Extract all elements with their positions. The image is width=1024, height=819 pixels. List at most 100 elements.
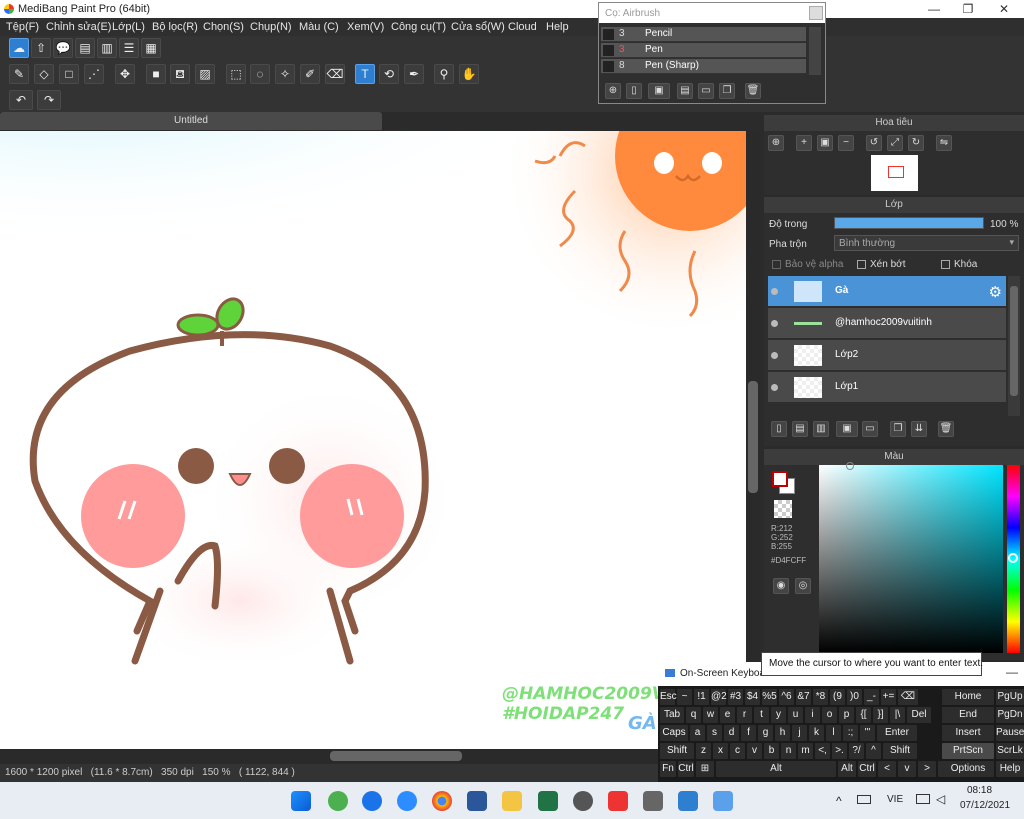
key[interactable]: <,: [815, 743, 830, 759]
opacity-slider[interactable]: [834, 217, 984, 229]
key[interactable]: ^: [866, 743, 881, 759]
key[interactable]: k: [809, 725, 824, 741]
file-explorer-icon[interactable]: [502, 791, 522, 811]
key[interactable]: Home: [942, 689, 994, 705]
key[interactable]: :;: [843, 725, 858, 741]
key[interactable]: Alt: [838, 761, 856, 777]
key[interactable]: &7: [796, 689, 811, 705]
key[interactable]: Shift: [883, 743, 917, 759]
hue-cursor[interactable]: [1008, 553, 1018, 563]
zoom-out-icon[interactable]: −: [838, 135, 854, 151]
saturation-value-picker[interactable]: [819, 462, 1003, 653]
key[interactable]: o: [822, 707, 837, 723]
panel-icon[interactable]: ▥: [97, 38, 117, 58]
text-tool-icon[interactable]: T: [355, 64, 375, 84]
gear-icon[interactable]: ⚙: [989, 283, 1002, 301]
visibility-icon[interactable]: [771, 352, 778, 359]
new-8bit-layer-icon[interactable]: ▥: [813, 421, 829, 437]
key[interactable]: PrtScn: [942, 743, 994, 759]
brush-list-scrollbar[interactable]: [809, 27, 821, 75]
key[interactable]: ⊞: [696, 761, 714, 777]
menu-color[interactable]: Màu (C): [299, 21, 339, 33]
key[interactable]: j: [792, 725, 807, 741]
close-button[interactable]: ✕: [986, 0, 1022, 18]
key[interactable]: Ctrl: [858, 761, 876, 777]
zalo-icon[interactable]: [362, 791, 382, 811]
key[interactable]: PgUp: [996, 689, 1024, 705]
rectangle-icon[interactable]: □: [59, 64, 79, 84]
eraser-icon[interactable]: ◇: [34, 64, 54, 84]
key[interactable]: >: [918, 761, 936, 777]
new-brush-icon[interactable]: ▯: [626, 83, 642, 99]
key[interactable]: >.: [832, 743, 847, 759]
key[interactable]: <: [878, 761, 896, 777]
key[interactable]: Caps: [660, 725, 688, 741]
key[interactable]: u: [788, 707, 803, 723]
excel-icon[interactable]: [538, 791, 558, 811]
key[interactable]: a: [690, 725, 705, 741]
balloon-tool-icon[interactable]: ⟲: [379, 64, 399, 84]
key[interactable]: _-: [864, 689, 879, 705]
brush-icon[interactable]: ✎: [9, 64, 29, 84]
app-icon-3[interactable]: [678, 791, 698, 811]
layer-row-watermark[interactable]: @hamhoc2009vuitinh: [768, 308, 1006, 339]
select-eraser-icon[interactable]: ⌫: [325, 64, 345, 84]
menu-filter[interactable]: Bộ lọc(R): [152, 21, 198, 33]
list-icon[interactable]: ☰: [119, 38, 139, 58]
chrome-icon[interactable]: [432, 791, 452, 811]
key[interactable]: p: [839, 707, 854, 723]
clock-date[interactable]: 07/12/2021: [960, 800, 1010, 811]
key[interactable]: z: [696, 743, 711, 759]
clipping-checkbox[interactable]: [857, 260, 866, 269]
layer-row-ga[interactable]: Gà ⚙: [768, 276, 1006, 307]
menu-select[interactable]: Chọn(S): [203, 21, 244, 33]
key[interactable]: (9: [830, 689, 845, 705]
key[interactable]: Fn: [660, 761, 676, 777]
key[interactable]: End: [942, 707, 994, 723]
key[interactable]: m: [798, 743, 813, 759]
key[interactable]: #3: [728, 689, 743, 705]
key[interactable]: PgDn: [996, 707, 1024, 723]
new-halftone-layer-icon[interactable]: ▤: [792, 421, 808, 437]
key[interactable]: g: [758, 725, 773, 741]
chevron-up-icon[interactable]: ^: [836, 794, 842, 808]
key[interactable]: v: [747, 743, 762, 759]
flip-icon[interactable]: ⇋: [936, 135, 952, 151]
navigator-preview[interactable]: [871, 155, 918, 191]
app-icon-1[interactable]: [328, 791, 348, 811]
transparent-color-swatch[interactable]: [774, 500, 792, 518]
zoom-icon[interactable]: [397, 791, 417, 811]
gradient-icon[interactable]: ▨: [195, 64, 215, 84]
layer-row-lop1[interactable]: Lớp1: [768, 372, 1006, 403]
key[interactable]: {[: [856, 707, 871, 723]
menu-cloud[interactable]: Cloud: [508, 21, 537, 33]
menu-tools[interactable]: Công cụ(T): [391, 21, 446, 33]
pen-tool-icon[interactable]: ✒: [404, 64, 424, 84]
visibility-icon[interactable]: [771, 384, 778, 391]
key[interactable]: Del: [907, 707, 931, 723]
brush-menu-icon[interactable]: ▣: [648, 83, 670, 99]
speech-bubble-icon[interactable]: 💬: [53, 38, 73, 58]
comment-icon[interactable]: ▤: [75, 38, 95, 58]
medibang-taskbar-icon[interactable]: [713, 791, 733, 811]
key[interactable]: !1: [694, 689, 709, 705]
settings-icon[interactable]: [573, 791, 593, 811]
key[interactable]: Alt: [716, 761, 836, 777]
menu-file[interactable]: Tệp(F): [6, 21, 39, 33]
brush-settings-icon[interactable]: ▤: [677, 83, 693, 99]
key[interactable]: Esc: [660, 689, 677, 705]
rotate-left-icon[interactable]: ↺: [866, 135, 882, 151]
key[interactable]: Enter: [877, 725, 917, 741]
key[interactable]: s: [707, 725, 722, 741]
key[interactable]: f: [741, 725, 756, 741]
color-picker-icon[interactable]: ◎: [795, 578, 811, 594]
app-icon-2[interactable]: [608, 791, 628, 811]
grid-icon[interactable]: ▦: [141, 38, 161, 58]
key[interactable]: |\: [890, 707, 905, 723]
upload-icon[interactable]: ⇧: [31, 38, 51, 58]
menu-window[interactable]: Cửa sổ(W): [451, 21, 505, 33]
brush-item[interactable]: 8 Pen (Sharp): [601, 59, 806, 74]
key[interactable]: w: [703, 707, 718, 723]
volume-icon[interactable]: ◁: [936, 792, 945, 806]
keyboard-tray-icon[interactable]: [857, 795, 871, 804]
